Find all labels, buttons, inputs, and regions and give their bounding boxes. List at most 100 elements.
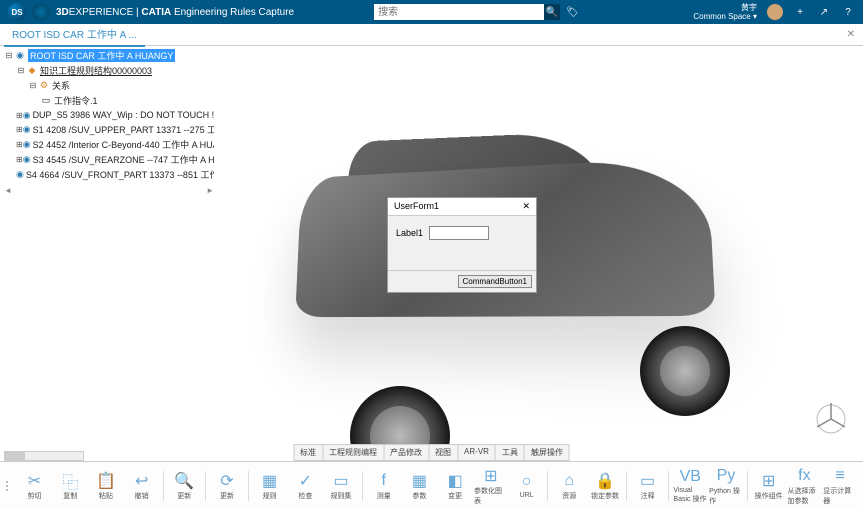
toolbar-button[interactable]: ▦参数 <box>403 466 437 506</box>
action-bar-tab[interactable]: 标准 <box>294 445 323 460</box>
toolbar-button[interactable]: ≡显示计算器 <box>823 466 857 506</box>
toolbar-button[interactable]: ⿻复制 <box>53 466 87 506</box>
tree-node-label[interactable]: S1 4208 /SUV_UPPER_PART 13371 --275 工作中 … <box>33 123 214 136</box>
tree-command-label[interactable]: 工作指令.1 <box>54 94 98 107</box>
share-icon[interactable]: ↗ <box>817 5 831 19</box>
spec-tree[interactable]: ⊟ ◉ ROOT ISD CAR 工作中 A HUANGY ⊟ ◆ 知识工程规则… <box>4 48 214 195</box>
toolbar-handle[interactable] <box>6 471 12 501</box>
tree-toggle-icon[interactable]: ⊞ <box>16 111 23 120</box>
tree-node[interactable]: ⊞ ◉ S3 4545 /SUV_REARZONE --747 工作中 A HU… <box>4 152 214 167</box>
action-bar-tab[interactable]: 视图 <box>429 445 458 460</box>
user-info[interactable]: 黄宇 Common Space ▾ <box>693 3 757 21</box>
toolbar-button[interactable]: ▭注释 <box>631 466 665 506</box>
search-button[interactable]: 🔍 <box>544 4 560 20</box>
document-tab[interactable]: ROOT ISD CAR 工作中 A ... <box>4 22 145 47</box>
toolbar-icon: ⟳ <box>220 471 233 491</box>
toolbar-button[interactable]: ⊞参数化图表 <box>474 466 508 506</box>
tree-node-label[interactable]: DUP_S5 3986 WAY_Wip : DO NOT TOUCH !!!/S… <box>33 110 214 120</box>
toolbar-button[interactable]: ✂剪切 <box>18 466 52 506</box>
dialog-close-icon[interactable]: ✕ <box>522 201 530 212</box>
toolbar-label: 显示计算器 <box>823 486 857 506</box>
add-icon[interactable]: + <box>793 5 807 19</box>
toolbar-separator <box>747 471 748 501</box>
toolbar-button[interactable]: fx从选择添加参数 <box>788 466 822 506</box>
workspace-selector[interactable]: Common Space ▾ <box>693 12 757 21</box>
toolbar-icon: ✓ <box>299 471 312 491</box>
axis-compass-widget[interactable] <box>811 399 851 439</box>
action-bar-tab[interactable]: 工具 <box>496 445 525 460</box>
avatar[interactable] <box>767 4 783 20</box>
header-left: DS 3DEXPERIENCE | CATIA Engineering Rule… <box>8 3 294 21</box>
toolbar-button[interactable]: f测量 <box>367 466 401 506</box>
toolbar-button[interactable]: ⟳更新 <box>210 466 244 506</box>
action-bar-tabs: 标准工程规则编程产品修改视图AR-VR工具触屏操作 <box>293 444 570 461</box>
toolbar-label: 操作组件 <box>755 491 783 501</box>
dialog-input[interactable] <box>429 226 489 240</box>
toolbar-icon: ✂ <box>28 471 41 491</box>
tree-node[interactable]: ⊞ ◉ S2 4452 /Interior C-Beyond-440 工作中 A… <box>4 137 214 152</box>
tree-relations-label[interactable]: 关系 <box>52 79 70 92</box>
app-header: DS 3DEXPERIENCE | CATIA Engineering Rule… <box>0 0 863 24</box>
toolbar-button[interactable]: 🔍更新 <box>167 466 201 506</box>
help-icon[interactable]: ? <box>841 5 855 19</box>
toolbar-icon: 📋 <box>96 471 116 491</box>
search-input[interactable] <box>374 4 544 20</box>
toolbar-button[interactable]: VBVisual Basic 操作 <box>673 466 707 506</box>
tree-knowledge[interactable]: ⊟ ◆ 知识工程规则结构00000003 <box>4 63 214 78</box>
tree-node[interactable]: ⊞ ◉ DUP_S5 3986 WAY_Wip : DO NOT TOUCH !… <box>4 108 214 122</box>
tab-close-icon[interactable]: ✕ <box>843 29 859 40</box>
tree-toggle-icon[interactable]: ⊟ <box>28 81 38 90</box>
tree-toggle-icon[interactable]: ⊞ <box>16 140 23 149</box>
toolbar-button[interactable]: ✓检查 <box>288 466 322 506</box>
action-bar-tab[interactable]: 工程规则编程 <box>323 445 384 460</box>
tree-command[interactable]: ▭ 工作指令.1 <box>4 93 214 108</box>
toolbar-button[interactable]: 🔒锁定参数 <box>588 466 622 506</box>
ds-logo-icon[interactable]: DS <box>8 3 26 21</box>
tree-relations[interactable]: ⊟ ⚙ 关系 <box>4 78 214 93</box>
toolbar-separator <box>668 471 669 501</box>
dialog-titlebar[interactable]: UserForm1 ✕ <box>388 198 536 216</box>
toolbar-button[interactable]: ⌂资源 <box>552 466 586 506</box>
toolbar-icon: ▦ <box>412 471 427 491</box>
toolbar-label: 注释 <box>641 491 655 501</box>
toolbar-button[interactable]: ◧变更 <box>438 466 472 506</box>
command-button[interactable]: CommandButton1 <box>458 275 532 288</box>
app-name: Engineering Rules Capture <box>171 7 294 18</box>
tree-node[interactable]: ◉ S4 4664 /SUV_FRONT_PART 13373 --851 工作… <box>4 167 214 182</box>
toolbar-button[interactable]: ▦规则 <box>253 466 287 506</box>
tree-node-label[interactable]: S2 4452 /Interior C-Beyond-440 工作中 A HUA… <box>33 138 214 151</box>
action-bar-tab[interactable]: AR-VR <box>458 445 496 460</box>
toolbar-button[interactable]: ⊞操作组件 <box>752 466 786 506</box>
tree-toggle-icon[interactable]: ⊟ <box>4 51 14 60</box>
toolbar-button[interactable]: ○URL <box>510 466 544 506</box>
viewport-hscroll[interactable] <box>4 451 84 461</box>
toolbar-icon: ▭ <box>640 471 655 491</box>
tree-root[interactable]: ⊟ ◉ ROOT ISD CAR 工作中 A HUANGY <box>4 48 214 63</box>
tree-toggle-icon[interactable]: ⊟ <box>16 66 26 75</box>
part-icon: ◉ <box>23 139 31 151</box>
toolbar-label: Visual Basic 操作 <box>673 487 707 504</box>
tree-node-label[interactable]: S3 4545 /SUV_REARZONE --747 工作中 A HUANGY… <box>33 153 214 166</box>
part-icon: ◉ <box>16 169 24 181</box>
toolbar-separator <box>626 471 627 501</box>
tree-root-label[interactable]: ROOT ISD CAR 工作中 A HUANGY <box>28 49 175 62</box>
tree-knowledge-label[interactable]: 知识工程规则结构00000003 <box>40 64 152 77</box>
toolbar-separator <box>163 471 164 501</box>
tree-node-label[interactable]: S4 4664 /SUV_FRONT_PART 13373 --851 工作中 … <box>26 168 214 181</box>
compass-icon[interactable] <box>32 3 50 21</box>
toolbar-icon: Py <box>717 466 736 486</box>
toolbar-button[interactable]: 📋粘贴 <box>89 466 123 506</box>
header-right: 黄宇 Common Space ▾ + ↗ ? <box>693 3 855 21</box>
tag-icon[interactable]: 🏷 <box>566 7 579 18</box>
toolbar-button[interactable]: ▭规则集 <box>324 466 358 506</box>
toolbar-label: Python 操作 <box>709 486 743 506</box>
tree-node[interactable]: ⊞ ◉ S1 4208 /SUV_UPPER_PART 13371 --275 … <box>4 122 214 137</box>
action-bar-tab[interactable]: 产品修改 <box>384 445 429 460</box>
toolbar-button[interactable]: PyPython 操作 <box>709 466 743 506</box>
tree-toggle-icon[interactable]: ⊞ <box>16 155 23 164</box>
action-bar-tab[interactable]: 触屏操作 <box>525 445 569 460</box>
tree-toggle-icon[interactable]: ⊞ <box>16 125 23 134</box>
search-box: 🔍 🏷 <box>374 4 579 20</box>
toolbar-button[interactable]: ↩撤销 <box>125 466 159 506</box>
tree-scroll[interactable]: ◄► <box>4 186 214 195</box>
